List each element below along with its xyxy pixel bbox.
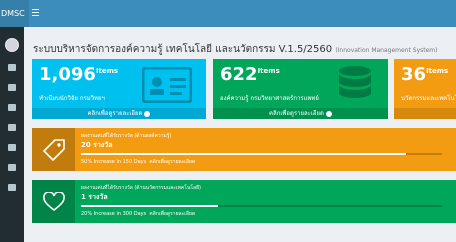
sidebar (0, 27, 24, 242)
tile-more-link[interactable] (394, 108, 456, 119)
award-knowledge-box: ผลงานเด่นที่ได้รับรางวัล (ด้านองค์ความรู… (32, 128, 456, 171)
database-icon (339, 66, 371, 98)
box-value: 1 รางวัล (81, 193, 108, 201)
page-title-text: ระบบบริหารจัดการองค์ความรู้ เทคโนโลยี แล… (33, 44, 333, 55)
gem-icon[interactable] (8, 164, 16, 171)
innovation-tile: 36Items นวัตกรรมและเทคโนโลยี (394, 59, 456, 119)
progress-bar (81, 205, 442, 207)
researchers-tile: 1,096Items ทำเนียบนักวิจัย กรมวิทยฯ คลิก… (32, 59, 206, 119)
tile-desc: ทำเนียบนักวิจัย กรมวิทยฯ (39, 95, 105, 102)
tile-more-link[interactable]: คลิกเพื่อดูรายละเอียด (213, 108, 388, 119)
progress-bar (81, 153, 442, 155)
brand-logo[interactable]: DMSC (0, 0, 29, 27)
progress-fill (81, 153, 406, 155)
tile-more-link[interactable]: คลิกเพื่อดูรายละเอียด (32, 108, 206, 119)
box-label: ผลงานเด่นที่ได้รับรางวัล (ด้านนวัตกรรมแล… (81, 185, 201, 191)
users-icon[interactable] (8, 64, 16, 71)
list-icon[interactable] (8, 104, 16, 111)
top-navbar: DMSC (0, 0, 456, 27)
dashboard-icon[interactable] (8, 84, 16, 91)
comment-icon[interactable] (8, 184, 16, 191)
box-caption: 20% Increase in 300 Days (81, 211, 147, 217)
tile-value: 1,096Items (39, 64, 119, 85)
box-caption: 50% Increase in 150 Days (81, 159, 147, 165)
tile-desc: องค์ความรู้ กรมวิทยาศาสตร์การแพทย์ (220, 95, 319, 102)
main-content: ระบบบริหารจัดการองค์ความรู้ เทคโนโลยี แล… (24, 27, 456, 242)
share-icon[interactable] (8, 144, 16, 151)
box-value: 20 รางวัล (81, 141, 113, 149)
page-subtitle: (Innovation Management System) (335, 47, 438, 54)
arrow-circle-right-icon (325, 110, 332, 117)
avatar[interactable] (5, 38, 19, 52)
tag-icon (43, 139, 65, 161)
heart-icon (43, 192, 65, 212)
box-label: ผลงานเด่นที่ได้รับรางวัล (ด้านองค์ความรู… (81, 133, 172, 139)
award-innovation-box: ผลงานเด่นที่ได้รับรางวัล (ด้านนวัตกรรมแล… (32, 180, 456, 223)
tile-value: 36Items (401, 64, 449, 85)
page-title: ระบบบริหารจัดการองค์ความรู้ เทคโนโลยี แล… (33, 42, 437, 57)
bars-icon[interactable] (32, 9, 39, 16)
box-more-link[interactable]: คลิกเพื่อดูรายละเอียด (149, 159, 195, 165)
arrow-circle-right-icon (144, 110, 151, 117)
progress-fill (81, 205, 219, 207)
tile-value: 622Items (220, 64, 280, 85)
book-icon[interactable] (8, 124, 16, 131)
box-more-link[interactable]: คลิกเพื่อดูรายละเอียด (149, 211, 195, 217)
id-card-icon (142, 67, 192, 103)
tile-desc: นวัตกรรมและเทคโนโลยี (401, 95, 456, 102)
knowledge-tile: 622Items องค์ความรู้ กรมวิทยาศาสตร์การแพ… (213, 59, 388, 119)
